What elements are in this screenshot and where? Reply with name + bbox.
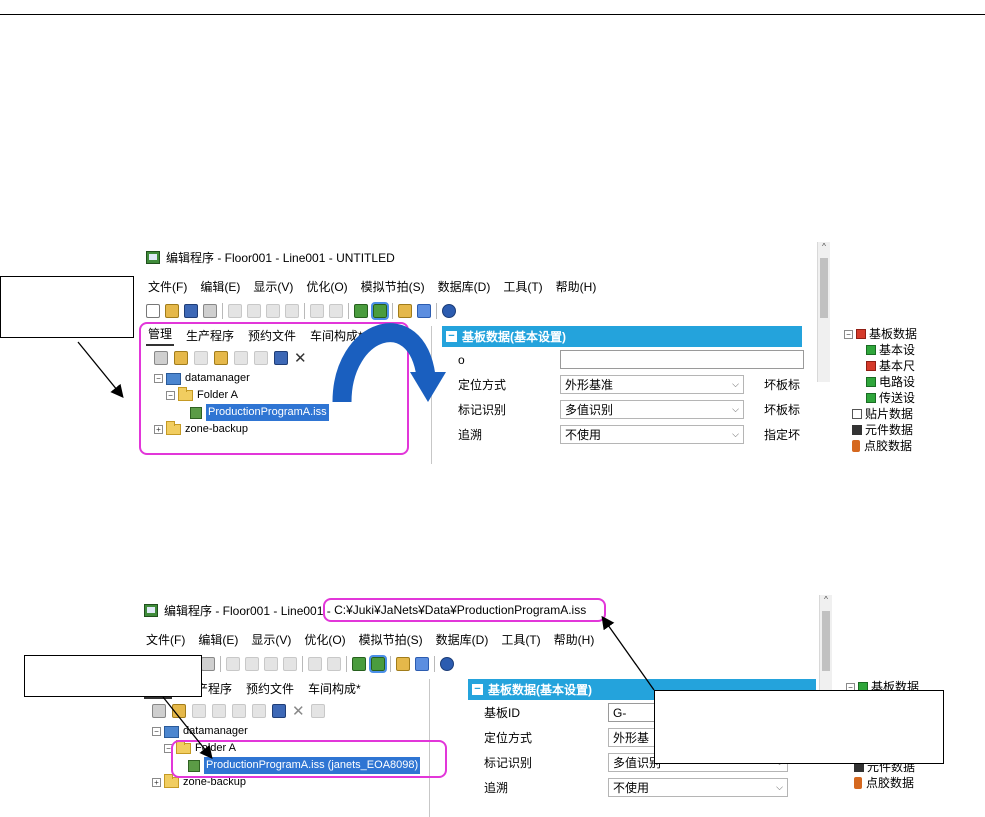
drag-arrow-head-icon xyxy=(410,372,446,402)
pointer-arrow-step3 xyxy=(601,615,655,691)
annotation-arrows xyxy=(77,323,655,760)
drag-arrow-icon xyxy=(332,323,436,403)
pointer-arrow-step1 xyxy=(77,341,124,399)
pointer-arrow-step2 xyxy=(162,696,213,760)
